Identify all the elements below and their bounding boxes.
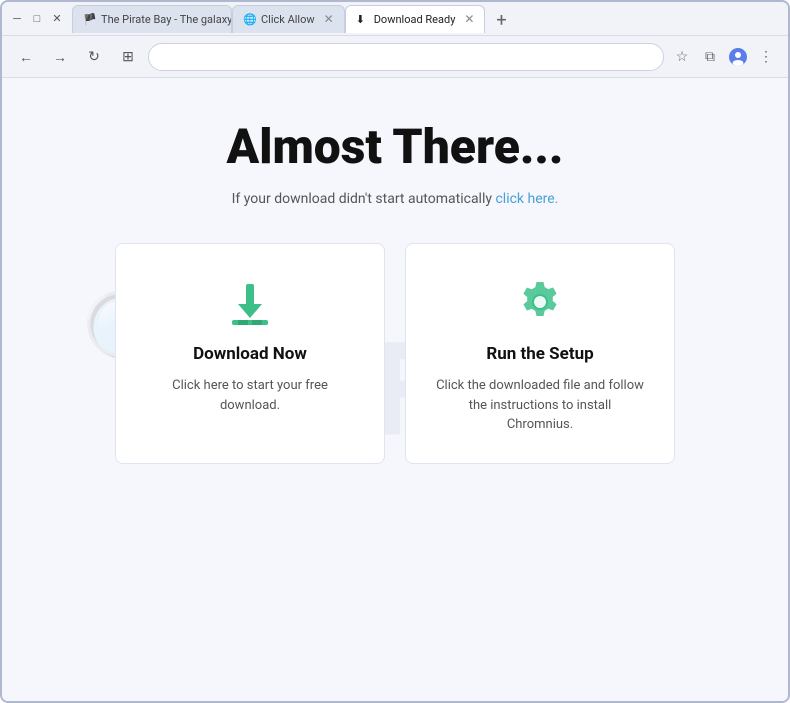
tab2-label: Click Allow — [261, 13, 315, 26]
gear-icon — [514, 276, 566, 332]
back-icon: ← — [19, 49, 33, 65]
profile-icon[interactable] — [726, 45, 750, 69]
forward-button[interactable]: → — [46, 43, 74, 71]
run-setup-card[interactable]: Run the Setup Click the downloaded file … — [405, 243, 675, 464]
reload-button[interactable]: ↻ — [80, 43, 108, 71]
tab-download-ready[interactable]: ⬇ Download Ready ✕ — [345, 5, 486, 33]
main-title: Almost There... — [227, 118, 564, 175]
subtitle-text: If your download didn't start automatica… — [232, 191, 496, 207]
extensions-button[interactable]: ⊞ — [114, 43, 142, 71]
run-setup-desc: Click the downloaded file and follow the… — [434, 376, 646, 435]
close-button[interactable]: ✕ — [50, 12, 64, 26]
maximize-button[interactable]: □ — [30, 12, 44, 26]
toolbar-icons: ☆ ⧉ ⋮ — [670, 45, 778, 69]
tab2-close-icon[interactable]: ✕ — [324, 12, 334, 26]
tab1-label: The Pirate Bay - The galaxy's m... — [101, 13, 232, 26]
tab-pirate-bay[interactable]: 🏴 The Pirate Bay - The galaxy's m... ✕ — [72, 5, 232, 33]
minimize-button[interactable]: ─ — [10, 12, 24, 26]
extensions-icon: ⊞ — [122, 48, 134, 65]
content-area: Almost There... If your download didn't … — [55, 118, 735, 464]
address-bar[interactable] — [148, 43, 664, 71]
download-now-title: Download Now — [193, 344, 307, 364]
tab3-close-icon[interactable]: ✕ — [464, 12, 474, 26]
menu-icon[interactable]: ⋮ — [754, 45, 778, 69]
tabs-row: 🏴 The Pirate Bay - The galaxy's m... ✕ 🌐… — [72, 5, 780, 33]
tab1-favicon: 🏴 — [83, 13, 96, 26]
cards-row: Download Now Click here to start your fr… — [55, 243, 735, 464]
bookmark-icon[interactable]: ☆ — [670, 45, 694, 69]
page-content: 🔍 OFF Almost There... If your download d… — [2, 78, 788, 701]
title-bar: ─ □ ✕ 🏴 The Pirate Bay - The galaxy's m.… — [2, 2, 788, 36]
reload-icon: ↻ — [88, 48, 100, 65]
new-tab-button[interactable]: + — [489, 9, 513, 33]
browser-window: ─ □ ✕ 🏴 The Pirate Bay - The galaxy's m.… — [0, 0, 790, 703]
download-now-card[interactable]: Download Now Click here to start your fr… — [115, 243, 385, 464]
extensions-bar-icon[interactable]: ⧉ — [698, 45, 722, 69]
download-icon — [224, 276, 276, 332]
window-controls: ─ □ ✕ — [10, 12, 64, 26]
download-now-desc: Click here to start your free download. — [144, 376, 356, 415]
click-here-link[interactable]: click here. — [495, 191, 558, 207]
subtitle: If your download didn't start automatica… — [232, 191, 559, 207]
tab3-favicon: ⬇ — [356, 13, 369, 26]
run-setup-title: Run the Setup — [486, 344, 593, 364]
tab-click-allow[interactable]: 🌐 Click Allow ✕ — [232, 5, 345, 33]
back-button[interactable]: ← — [12, 43, 40, 71]
tab3-label: Download Ready — [374, 13, 456, 26]
new-tab-icon: + — [496, 10, 506, 31]
toolbar: ← → ↻ ⊞ ☆ ⧉ — [2, 36, 788, 78]
tab2-favicon: 🌐 — [243, 13, 256, 26]
forward-icon: → — [53, 49, 67, 65]
